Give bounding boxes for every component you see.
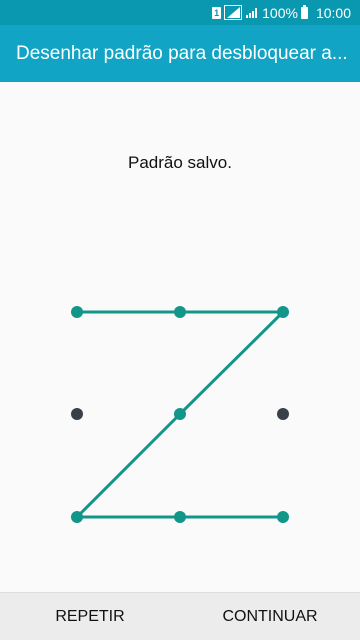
pattern-dot-1[interactable]: [71, 306, 83, 318]
pattern-dot-6[interactable]: [277, 408, 289, 420]
pattern-segment: [178, 310, 285, 416]
pattern-segment: [75, 412, 182, 519]
pattern-grid[interactable]: [0, 0, 360, 640]
pattern-dot-9[interactable]: [277, 511, 289, 523]
repeat-button[interactable]: REPETIR: [0, 593, 180, 640]
pattern-dot-3[interactable]: [277, 306, 289, 318]
bottom-bar: REPETIR CONTINUAR: [0, 592, 360, 640]
pattern-dot-8[interactable]: [174, 511, 186, 523]
pattern-dot-4[interactable]: [71, 408, 83, 420]
pattern-dot-5[interactable]: [174, 408, 186, 420]
pattern-dot-7[interactable]: [71, 511, 83, 523]
continue-button[interactable]: CONTINUAR: [180, 593, 360, 640]
screen: 1 100% 10:00 Desenhar padrão para desblo…: [0, 0, 360, 640]
pattern-dot-2[interactable]: [174, 306, 186, 318]
